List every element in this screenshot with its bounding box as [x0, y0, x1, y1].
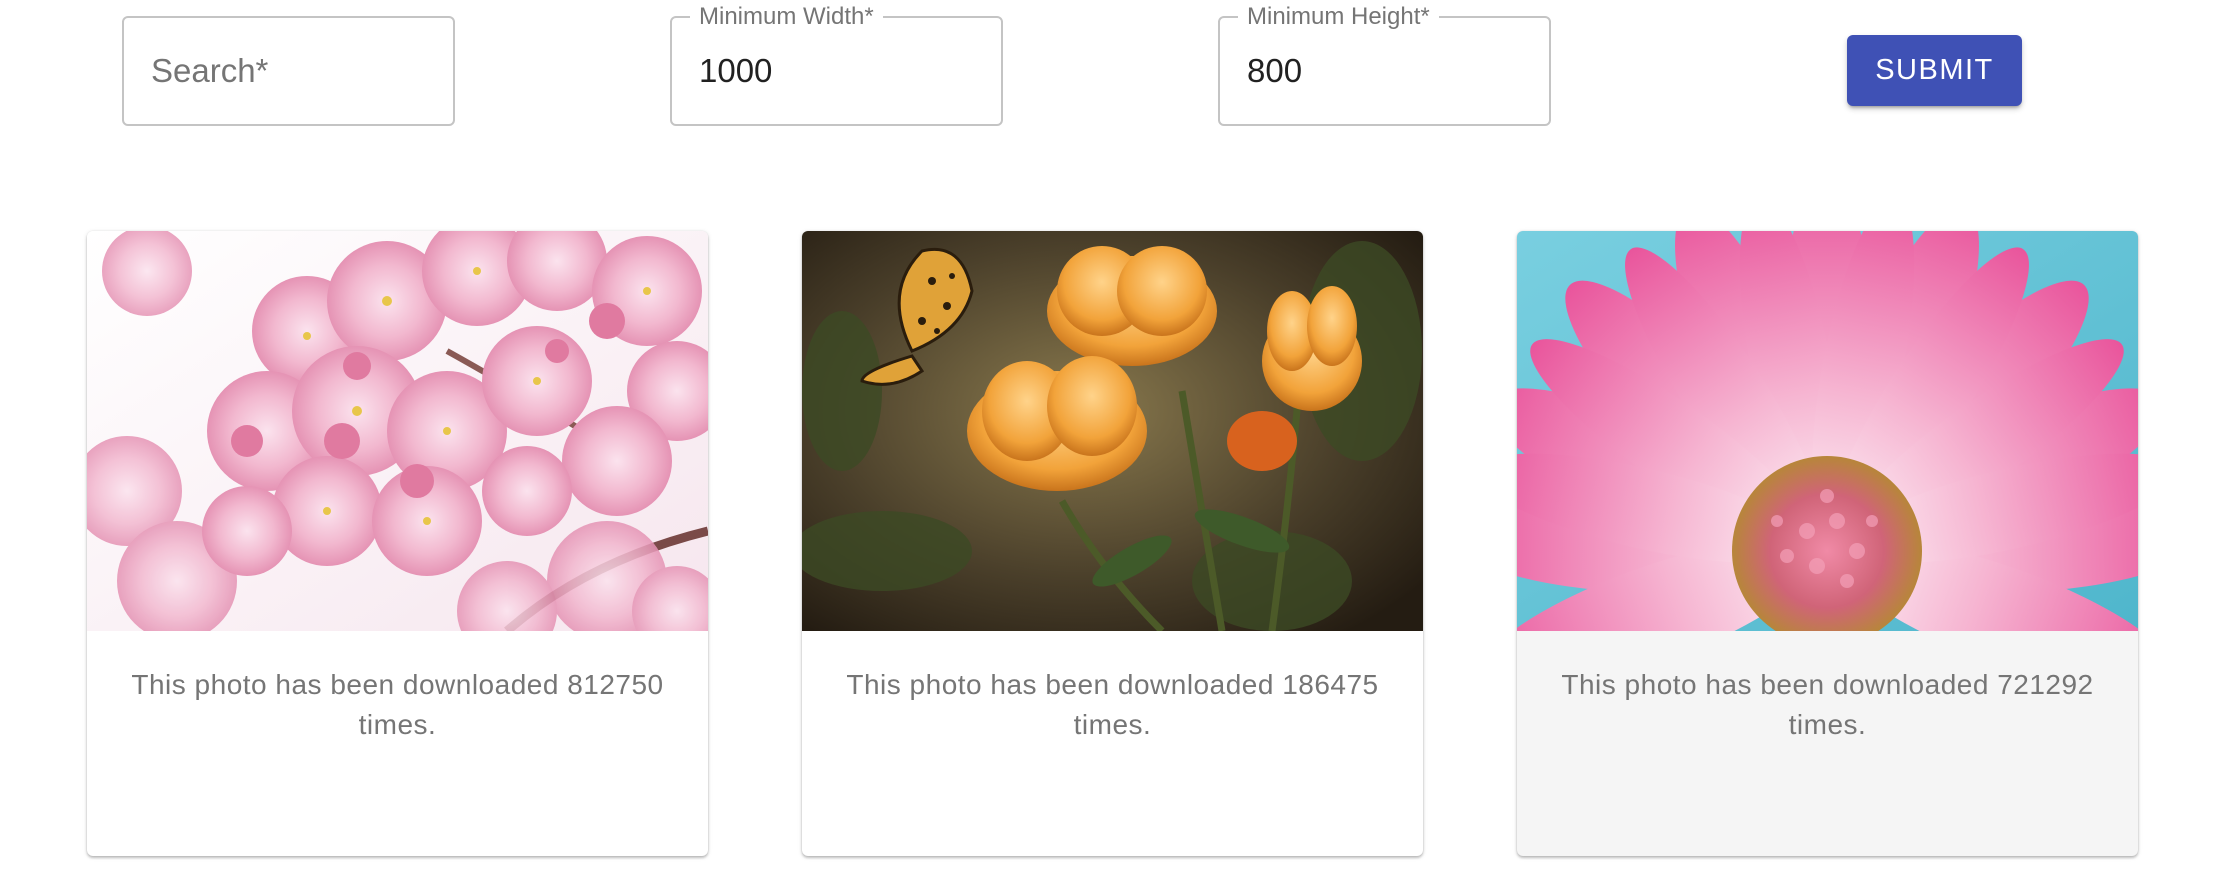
minimum-height-value[interactable]: 800	[1247, 18, 1302, 124]
submit-button[interactable]: SUBMIT	[1847, 35, 2022, 106]
download-count-caption: This photo has been downloaded 721292 ti…	[1561, 669, 2094, 740]
photo-card[interactable]: This photo has been downloaded 812750 ti…	[87, 231, 708, 856]
cherry-blossom-photo	[87, 231, 708, 631]
photo-card[interactable]: This photo has been downloaded 721292 ti…	[1517, 231, 2138, 856]
photo-card[interactable]: This photo has been downloaded 186475 ti…	[802, 231, 1423, 856]
minimum-width-value[interactable]: 1000	[699, 18, 772, 124]
download-count-caption: This photo has been downloaded 812750 ti…	[131, 669, 664, 740]
pink-daisy-photo	[1517, 231, 2138, 631]
minimum-height-field[interactable]: Minimum Height* 800	[1218, 3, 1551, 126]
download-count-caption: This photo has been downloaded 186475 ti…	[846, 669, 1379, 740]
search-placeholder: Search*	[151, 52, 269, 89]
minimum-width-field[interactable]: Minimum Width* 1000	[670, 3, 1003, 126]
orange-flowers-butterfly-photo	[802, 231, 1423, 631]
search-field[interactable]: Search*	[122, 16, 455, 126]
